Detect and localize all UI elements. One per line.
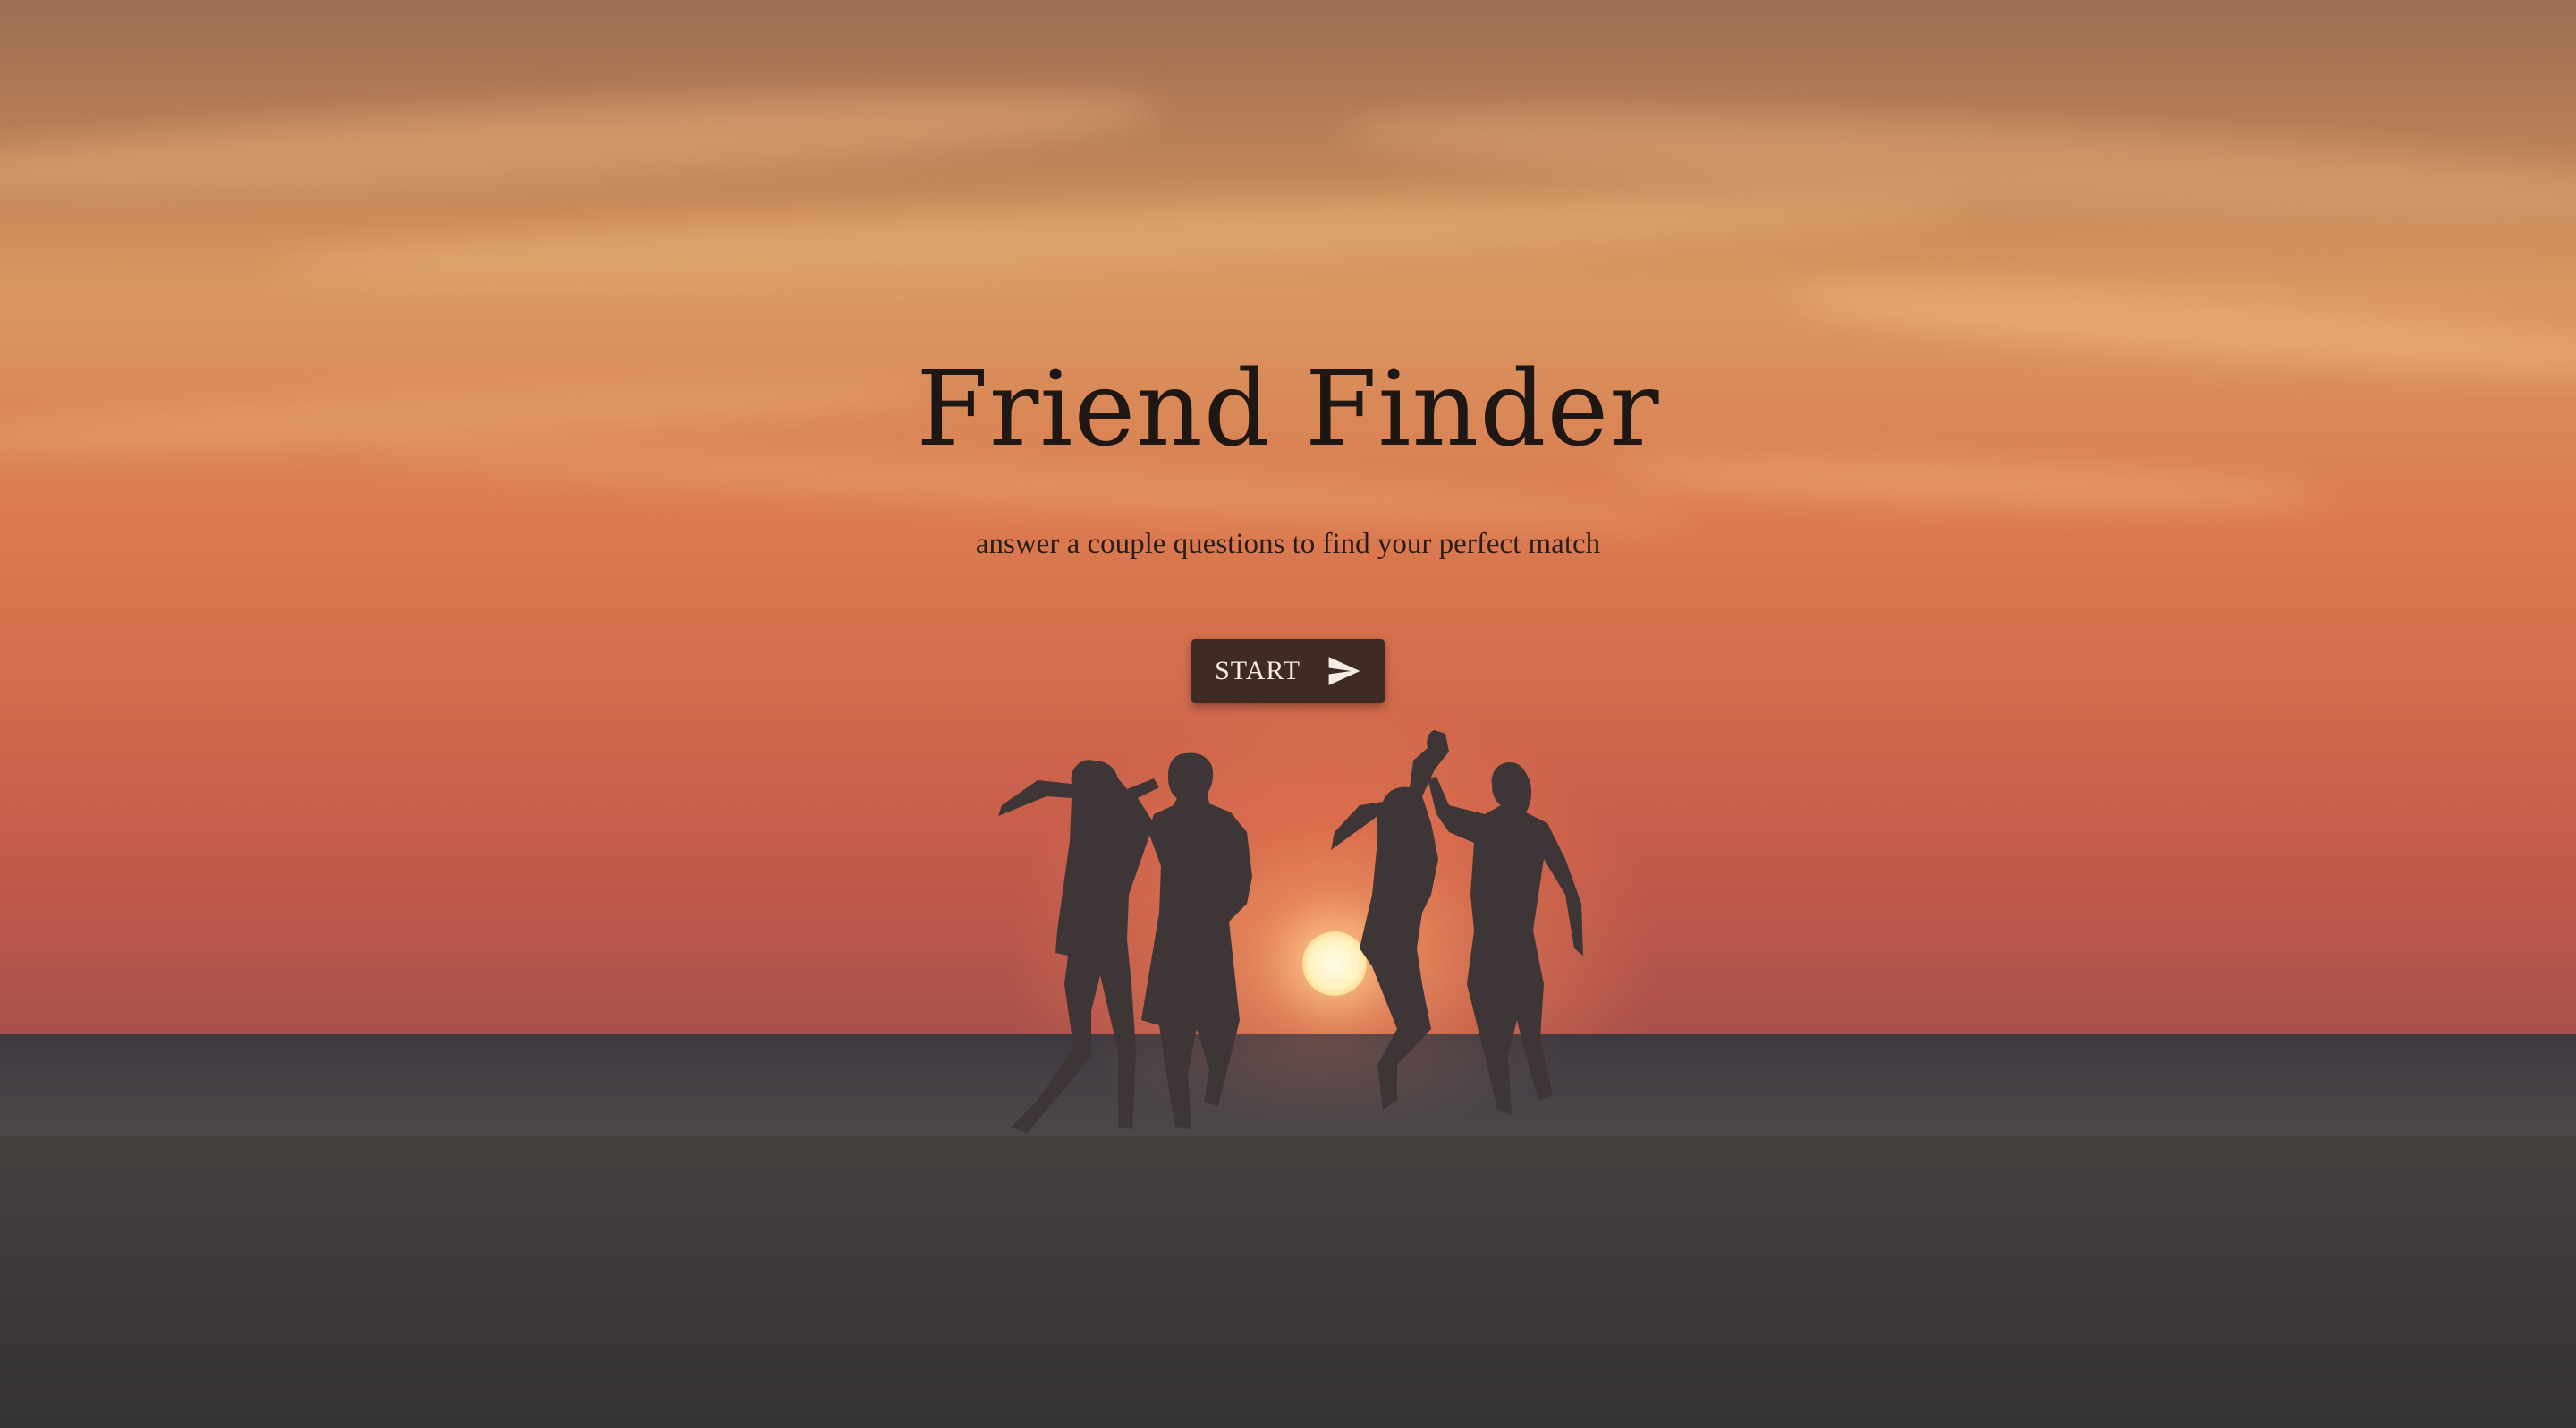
page-title: Friend Finder: [916, 349, 1660, 470]
start-button[interactable]: START: [1191, 639, 1385, 703]
dancing-people-silhouette: [998, 730, 1583, 1133]
hero-section: Friend Finder answer a couple questions …: [0, 0, 2576, 1428]
start-button-label: START: [1215, 656, 1301, 685]
send-icon: [1327, 657, 1361, 685]
beach-sand: [0, 1136, 2576, 1428]
page-subtitle: answer a couple questions to find your p…: [975, 528, 1601, 560]
